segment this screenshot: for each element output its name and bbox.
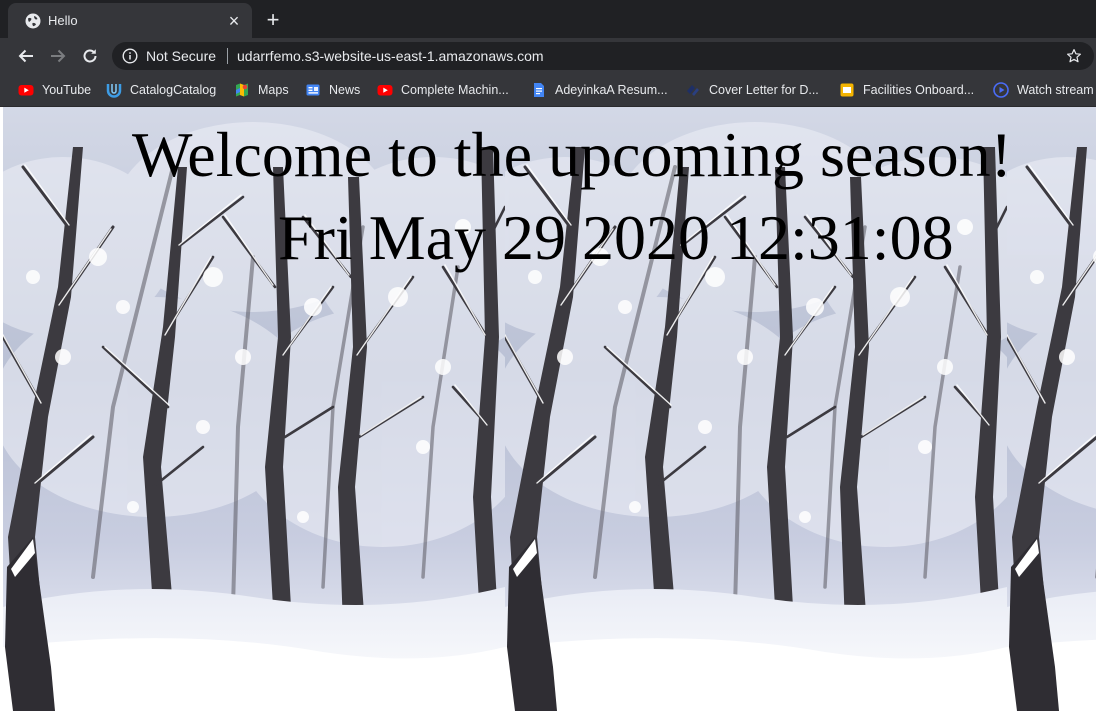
page-content: Welcome to the upcoming season! Fri May … <box>0 107 1096 711</box>
bookmark-label: Watch stream <box>1017 83 1094 97</box>
globe-icon <box>25 13 41 29</box>
close-tab-button[interactable]: × <box>224 11 244 31</box>
slides-icon <box>840 83 854 97</box>
bookmark-icon <box>687 85 699 96</box>
bookmark-youtube[interactable]: YouTube <box>18 80 91 100</box>
bookmark-label: Maps <box>258 83 289 97</box>
winter-forest-image <box>1007 107 1096 711</box>
bookmark-star-icon[interactable] <box>1066 48 1082 64</box>
back-arrow-icon[interactable] <box>16 46 36 66</box>
forward-arrow-icon[interactable] <box>48 46 68 66</box>
bookmark-cover-letter[interactable]: Cover Letter for D... <box>685 80 819 100</box>
bookmark-label: AdeyinkaA Resum... <box>555 83 668 97</box>
new-tab-button[interactable]: + <box>262 9 284 31</box>
catalog-icon <box>106 84 122 98</box>
youtube-icon <box>377 85 393 96</box>
bookmark-label: YouTube <box>42 83 92 97</box>
address-bar[interactable]: Not Secure udarrfemo.s3-website-us-east-… <box>112 42 1094 70</box>
page-heading: Welcome to the upcoming season! <box>132 119 1012 190</box>
browser-tab[interactable]: Hello × <box>8 3 252 38</box>
info-icon[interactable] <box>122 48 138 64</box>
bookmark-label: News <box>329 83 361 97</box>
bookmark-resume[interactable]: AdeyinkaA Resum... <box>531 80 668 100</box>
url-text[interactable]: udarrfemo.s3-website-us-east-1.amazonaws… <box>237 48 544 64</box>
security-status[interactable]: Not Secure <box>146 48 216 64</box>
bookmark-news[interactable]: News <box>305 80 360 100</box>
bookmarks-bar: YouTube CatalogCatalog Maps News Complet… <box>0 74 1096 107</box>
current-datetime: Fri May 29 2020 12:31:08 <box>278 202 954 273</box>
youtube-icon <box>18 85 34 96</box>
bookmark-complete-machine[interactable]: Complete Machin... <box>377 80 509 100</box>
winter-forest-image <box>505 107 1007 711</box>
news-icon <box>306 84 320 96</box>
docs-icon <box>534 83 544 97</box>
omnibox-divider <box>227 48 228 64</box>
bookmark-label: Facilities Onboard... <box>863 83 975 97</box>
winter-forest-image <box>3 107 505 711</box>
bookmark-maps[interactable]: Maps <box>234 80 289 100</box>
bookmark-facilities[interactable]: Facilities Onboard... <box>839 80 974 100</box>
maps-icon <box>236 83 248 97</box>
tab-title: Hello <box>48 13 78 28</box>
bookmark-label: CatalogCatalog <box>130 83 217 97</box>
bookmark-label: Cover Letter for D... <box>709 83 819 97</box>
bookmark-label: Complete Machin... <box>401 83 509 97</box>
bookmark-watch-stream[interactable]: Watch stream <box>993 80 1094 100</box>
play-icon <box>993 82 1009 98</box>
browser-toolbar: Not Secure udarrfemo.s3-website-us-east-… <box>0 38 1096 74</box>
tab-strip: Hello × + <box>0 0 1096 38</box>
reload-icon[interactable] <box>80 46 100 66</box>
bookmark-catalog[interactable]: CatalogCatalog <box>106 80 216 100</box>
